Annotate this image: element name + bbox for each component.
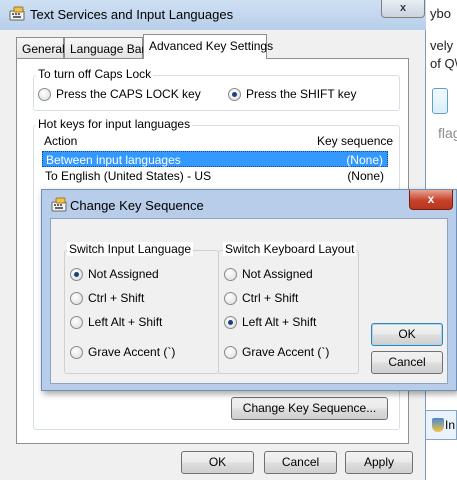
ok-button[interactable]: OK — [181, 451, 254, 474]
hotkey-row[interactable]: Between input languages (None) — [42, 151, 388, 167]
background-button-edge — [432, 88, 448, 114]
hotkey-action: Between input languages — [46, 153, 181, 167]
radio-label: Ctrl + Shift — [242, 291, 299, 305]
radio-button-icon[interactable] — [70, 345, 83, 359]
radio-input-grave-accent[interactable]: Grave Accent (`) — [70, 345, 175, 359]
change-key-sequence-button[interactable]: Change Key Sequence... — [231, 397, 388, 420]
hotkey-row[interactable]: To English (United States) - US (None) — [42, 168, 388, 184]
column-header-key-sequence[interactable]: Key sequence — [317, 134, 393, 148]
radio-button-selected-icon[interactable] — [228, 87, 241, 101]
radio-label: Not Assigned — [88, 267, 159, 281]
radio-input-not-assigned[interactable]: Not Assigned — [70, 267, 159, 281]
radio-button-selected-icon[interactable] — [70, 267, 83, 281]
hotkey-sequence: (None) — [346, 153, 383, 167]
tab-general[interactable]: General — [16, 37, 65, 58]
tab-advanced-key-settings[interactable]: Advanced Key Settings — [143, 34, 273, 59]
change-key-sequence-content: Switch Input Language Not Assigned Ctrl … — [50, 218, 448, 384]
radio-caps-lock-key[interactable]: Press the CAPS LOCK key — [38, 87, 201, 101]
radio-button-icon[interactable] — [38, 87, 51, 101]
dialog-title: Text Services and Input Languages — [30, 7, 234, 22]
radio-label: Left Alt + Shift — [88, 315, 163, 329]
title-bar: Text Services and Input Languages x — [0, 0, 426, 30]
radio-input-left-alt-shift[interactable]: Left Alt + Shift — [70, 315, 162, 329]
radio-shift-key[interactable]: Press the SHIFT key — [228, 87, 356, 101]
keyboard-language-icon — [51, 197, 67, 212]
radio-layout-left-alt-shift[interactable]: Left Alt + Shift — [224, 315, 316, 329]
apply-button[interactable]: Apply — [345, 451, 413, 474]
background-text-4: flag — [438, 125, 457, 141]
radio-label: Grave Accent (`) — [88, 345, 176, 359]
radio-label: Grave Accent (`) — [242, 345, 330, 359]
hotkey-action: To English (United States) - US — [45, 169, 212, 183]
background-text-2: vely — [430, 38, 454, 53]
radio-layout-not-assigned[interactable]: Not Assigned — [224, 267, 313, 281]
hotkeys-group-label: Hot keys for input languages — [36, 117, 193, 131]
radio-label: Left Alt + Shift — [242, 315, 317, 329]
cancel-button[interactable]: Cancel — [371, 351, 443, 374]
hotkey-sequence: (None) — [347, 169, 384, 183]
radio-layout-ctrl-shift[interactable]: Ctrl + Shift — [224, 291, 298, 305]
radio-caps-lock-key-label: Press the CAPS LOCK key — [56, 87, 201, 101]
close-button[interactable]: x — [381, 0, 425, 18]
keyboard-language-icon — [9, 6, 25, 21]
ok-button[interactable]: OK — [371, 323, 443, 346]
radio-layout-grave-accent[interactable]: Grave Accent (`) — [224, 345, 329, 359]
cancel-button[interactable]: Cancel — [264, 451, 337, 474]
radio-shift-key-label: Press the SHIFT key — [246, 87, 357, 101]
caps-lock-group-label: To turn off Caps Lock — [36, 67, 154, 81]
switch-keyboard-layout-label: Switch Keyboard Layout — [223, 242, 357, 256]
radio-label: Ctrl + Shift — [88, 291, 145, 305]
background-text-3: of Q\ — [430, 56, 457, 71]
radio-label: Not Assigned — [242, 267, 313, 281]
radio-button-icon[interactable] — [224, 345, 237, 359]
shield-icon — [432, 418, 444, 432]
change-key-sequence-dialog: Change Key Sequence x Switch Input Langu… — [41, 189, 457, 391]
background-text-1: ybo — [430, 6, 451, 21]
change-key-sequence-title: Change Key Sequence — [70, 198, 204, 213]
radio-button-icon[interactable] — [224, 267, 237, 281]
radio-button-selected-icon[interactable] — [224, 315, 237, 329]
background-text-5: In — [445, 418, 456, 432]
switch-input-language-label: Switch Input Language — [67, 242, 194, 256]
radio-button-icon[interactable] — [224, 291, 237, 305]
column-header-action[interactable]: Action — [44, 134, 77, 148]
close-button[interactable]: x — [409, 190, 453, 210]
tab-language-bar[interactable]: Language Bar — [64, 37, 145, 58]
radio-input-ctrl-shift[interactable]: Ctrl + Shift — [70, 291, 144, 305]
radio-button-icon[interactable] — [70, 291, 83, 305]
radio-button-icon[interactable] — [70, 315, 83, 329]
